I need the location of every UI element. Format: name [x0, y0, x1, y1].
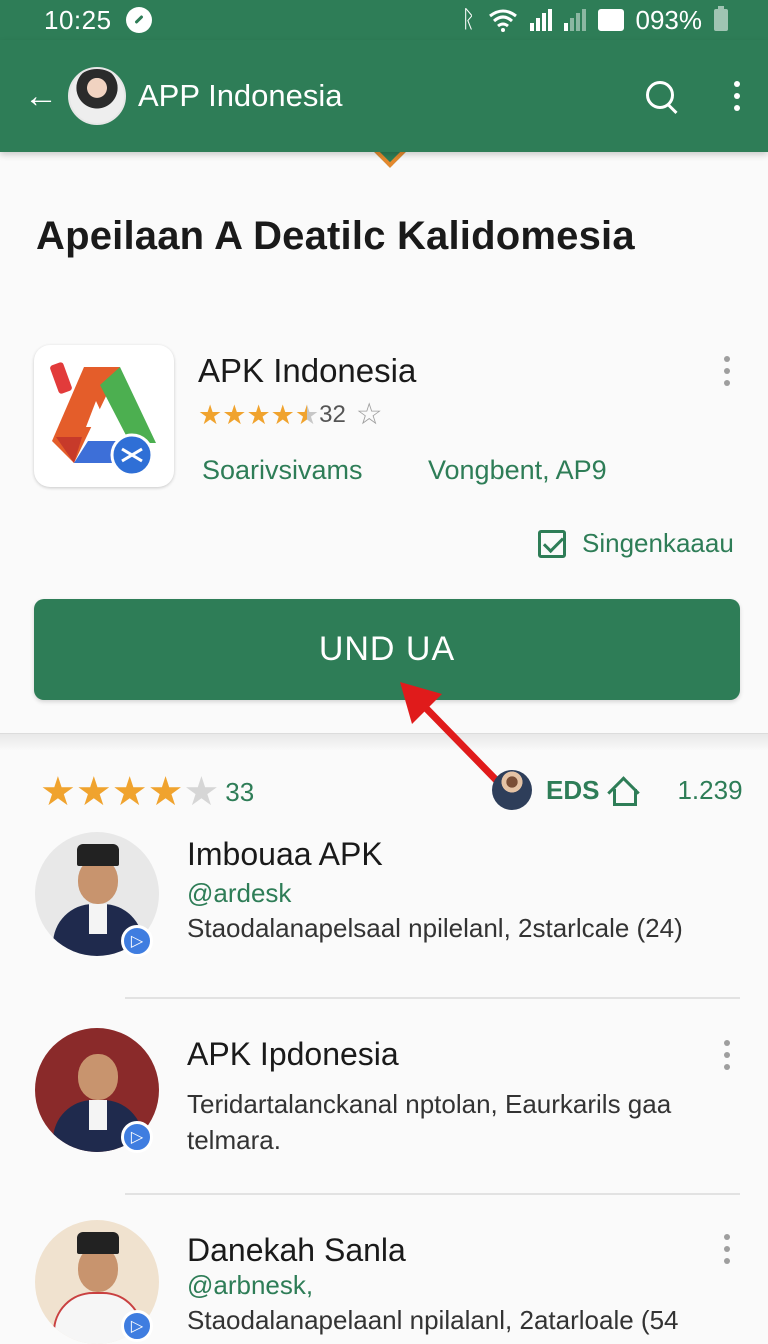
- app-name: APK Indonesia: [198, 352, 417, 389]
- half-star-icon: ★: [294, 399, 320, 430]
- rating-stars: ★ ★ ★ ★ ★: [198, 399, 320, 430]
- star-icon: ★: [147, 770, 184, 814]
- play-badge-icon: ▷: [121, 925, 153, 957]
- favorite-star-icon[interactable]: ☆: [356, 400, 383, 430]
- verified-label: Singenkaaau: [582, 528, 734, 558]
- app-more-icon[interactable]: [720, 356, 734, 386]
- status-bar: 10:25 ᚱ 093%: [0, 0, 768, 40]
- developer-avatar[interactable]: [492, 770, 532, 810]
- battery-icon: [714, 6, 728, 31]
- signal-secondary-icon: [563, 9, 586, 31]
- battery-percent: 093%: [635, 4, 703, 35]
- empty-star-icon: ★: [183, 770, 220, 814]
- arrow-left-icon[interactable]: ←: [24, 77, 64, 116]
- section-divider: [0, 733, 768, 751]
- wifi-icon: [488, 9, 517, 32]
- review-name: APK Ipdonesia: [187, 1036, 399, 1072]
- summary-count: 33: [225, 776, 255, 807]
- play-badge-icon: ▷: [121, 1310, 153, 1342]
- play-badge-icon: ▷: [121, 1121, 153, 1153]
- summary-label: EDS: [546, 774, 600, 805]
- app-category[interactable]: Soarivsivams: [202, 455, 363, 486]
- star-icon: ★: [270, 399, 295, 430]
- review-more-icon[interactable]: [720, 1234, 734, 1264]
- star-icon: ★: [246, 399, 271, 430]
- home-icon[interactable]: [607, 775, 638, 806]
- search-icon[interactable]: [644, 79, 678, 113]
- install-button[interactable]: UND UA: [34, 599, 740, 700]
- summary-total: 1.239: [677, 774, 743, 805]
- verified-badge[interactable]: Singenkaaau: [538, 528, 734, 559]
- review-description: Staodalanapelaanl npilalanl, 2atarloale …: [187, 1305, 679, 1335]
- status-time: 10:25: [44, 4, 112, 35]
- sync-icon: [125, 7, 152, 33]
- review-more-icon[interactable]: [720, 1040, 734, 1070]
- star-icon: ★: [75, 770, 112, 814]
- page-title: Apeilaan A Deatilc Kalidomesia: [36, 214, 635, 258]
- bluetooth-icon: ᚱ: [461, 6, 476, 33]
- star-icon: ★: [198, 399, 223, 430]
- app-version: Vongbent, AP9: [428, 455, 607, 485]
- review-handle[interactable]: @ardesk: [187, 878, 291, 909]
- rating-count: 32: [319, 401, 346, 428]
- app-screen: 10:25 ᚱ 093% ← APP Indonesia Apeilaan A …: [0, 0, 768, 1344]
- review-name: Imbouaa APK: [187, 836, 383, 872]
- checkbox-icon: [538, 529, 566, 558]
- star-icon: ★: [222, 399, 247, 430]
- summary-meta: EDS 1.239: [492, 770, 743, 810]
- screenshot-icon: [597, 9, 624, 31]
- app-bar-title: APP Indonesia: [138, 78, 343, 113]
- review-handle[interactable]: @arbnesk,: [187, 1270, 313, 1301]
- app-bar: ← APP Indonesia: [0, 40, 768, 152]
- app-logo: [34, 345, 174, 487]
- divider: [125, 997, 740, 999]
- app-rating: ★ ★ ★ ★ ★ 32 ☆: [198, 400, 383, 430]
- review-name: Danekah Sanla: [187, 1232, 406, 1268]
- review-description: Teridartalanckanal nptolan, Eaurkarils g…: [187, 1089, 672, 1155]
- chevron-down-icon: [368, 150, 412, 172]
- rating-summary: ★ ★ ★ ★ ★ 33: [40, 772, 254, 812]
- review-description: Staodalanapelsaal npilelanl, 2starlcale …: [187, 913, 683, 943]
- more-vert-icon[interactable]: [730, 81, 744, 111]
- star-icon: ★: [111, 770, 148, 814]
- divider: [125, 1193, 740, 1195]
- signal-icon: [529, 9, 552, 31]
- star-icon: ★: [40, 770, 76, 814]
- profile-avatar[interactable]: [68, 67, 126, 125]
